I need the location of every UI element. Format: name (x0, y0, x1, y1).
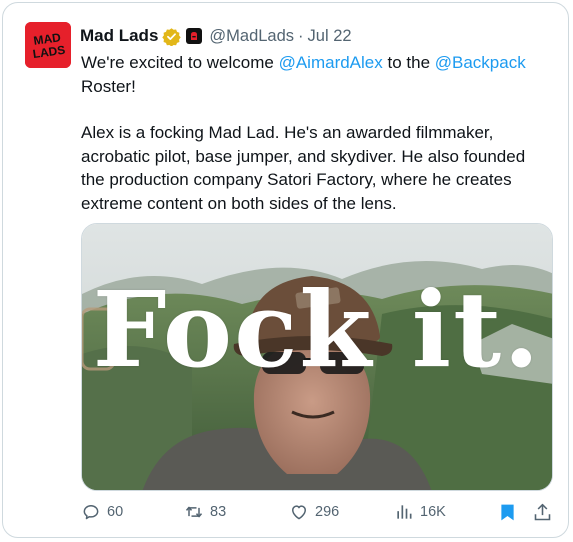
mad-lads-logo: MAD LADS (25, 22, 71, 68)
reply-button[interactable]: 60 (81, 502, 123, 522)
bookmark-button[interactable] (497, 502, 518, 528)
avatar[interactable]: MAD LADS (25, 22, 71, 68)
backpack-affiliate-icon[interactable] (186, 28, 203, 44)
media-overlay-text: Fock it. (92, 268, 542, 391)
reply-count: 60 (107, 504, 124, 520)
views-button[interactable]: 16K (394, 502, 446, 522)
author-handle[interactable]: @MadLads (209, 27, 294, 46)
tweet-paragraph-1: We're excited to welcome @AimardAlex to … (81, 51, 551, 98)
tweet-header: Mad Lads @MadLads · Jul 22 (80, 25, 352, 47)
tweet-card[interactable]: MAD LADS Mad Lads @MadLads · Jul 22 We'r… (2, 2, 569, 538)
repost-count: 83 (210, 504, 227, 520)
mention-aimardalex[interactable]: @AimardAlex (279, 53, 383, 72)
heart-icon (292, 505, 306, 520)
separator-dot: · (298, 26, 304, 45)
gold-verified-badge-icon (162, 27, 182, 47)
view-count: 16K (420, 504, 446, 520)
share-icon (534, 503, 551, 521)
like-count: 296 (315, 504, 340, 520)
text-fragment: to the (382, 53, 435, 72)
text-fragment: Roster! (81, 76, 136, 96)
mention-backpack[interactable]: @Backpack (435, 53, 526, 72)
like-button[interactable]: 296 (289, 502, 339, 522)
tweet-paragraph-2: Alex is a focking Mad Lad. He's an award… (81, 123, 526, 213)
repost-icon (185, 506, 203, 518)
tweet-date[interactable]: Jul 22 (308, 27, 352, 46)
tweet-text: We're excited to welcome @AimardAlex to … (81, 51, 551, 215)
tweet-media-image[interactable]: Fock it. (81, 223, 553, 491)
repost-button[interactable]: 83 (184, 502, 226, 522)
author-name[interactable]: Mad Lads (80, 26, 158, 46)
reply-icon (83, 505, 99, 520)
text-fragment: We're excited to welcome (81, 53, 279, 72)
share-button[interactable] (532, 502, 553, 528)
tweet-actions: 60 83 296 16K (81, 502, 557, 528)
bookmark-icon (501, 504, 514, 521)
views-chart-icon (397, 505, 412, 519)
